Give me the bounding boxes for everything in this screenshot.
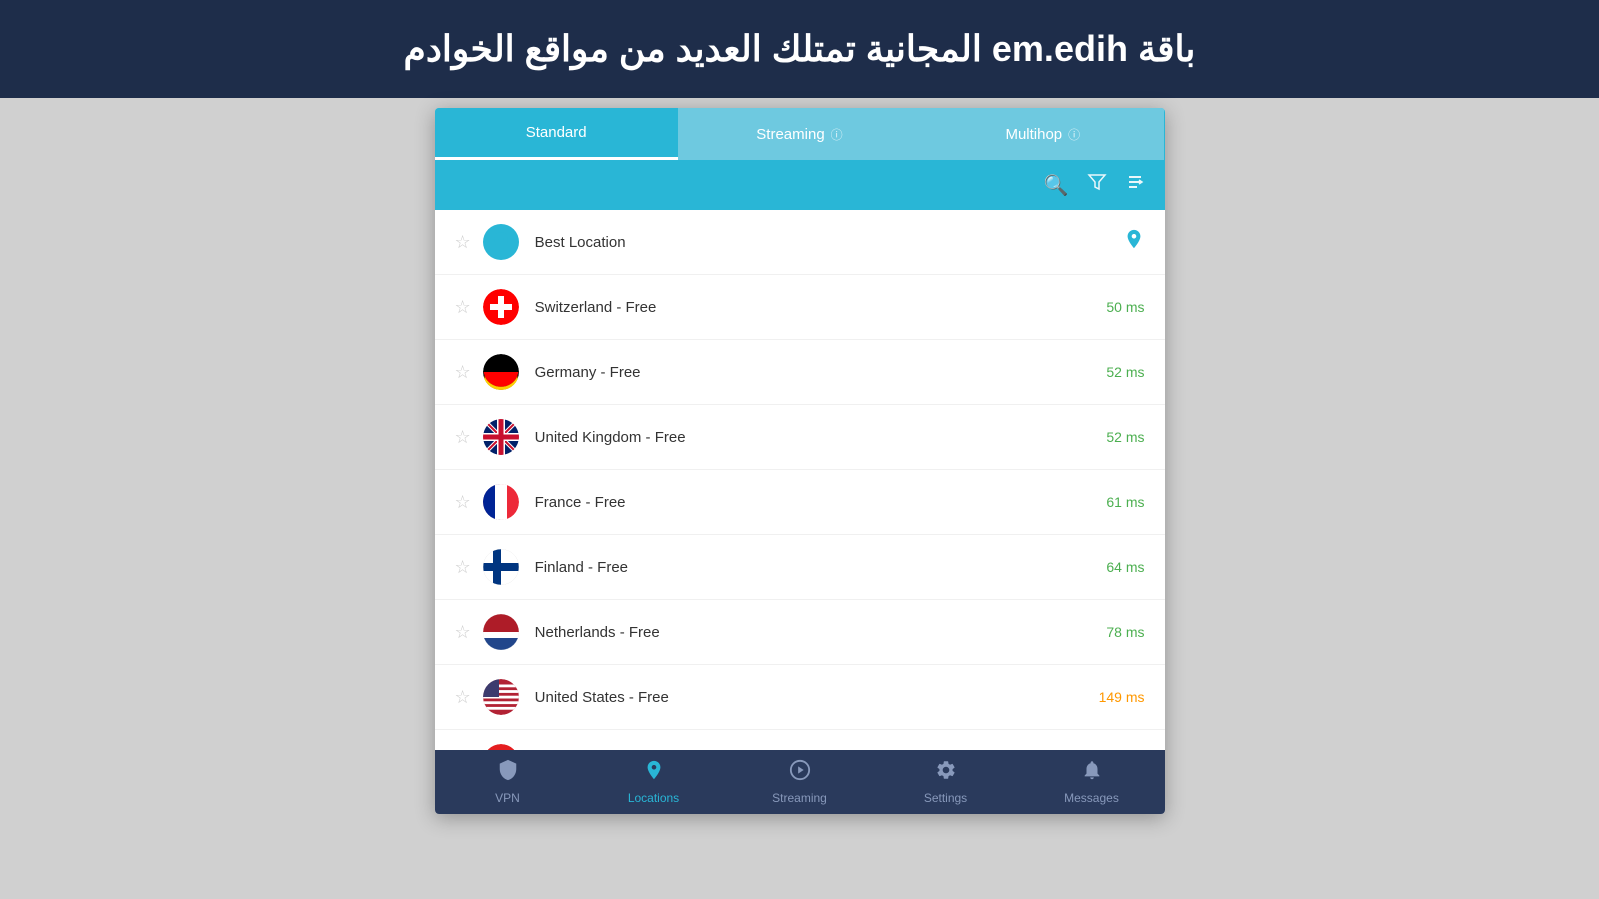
flag-de bbox=[483, 354, 519, 390]
tab-standard-label: Standard bbox=[526, 124, 587, 141]
toolbar: 🔍 bbox=[435, 160, 1165, 210]
location-list: ☆ Best Location ☆ bbox=[435, 210, 1165, 750]
list-item-gb[interactable]: ☆ United Kingdom - Free 52 ms bbox=[435, 405, 1165, 470]
nav-streaming[interactable]: Streaming bbox=[727, 750, 873, 814]
flag-ch bbox=[483, 289, 519, 325]
star-icon-fi[interactable]: ☆ bbox=[455, 557, 471, 578]
nav-settings-label: Settings bbox=[924, 791, 967, 805]
tab-streaming-info: ⓘ bbox=[831, 126, 843, 143]
star-icon-best[interactable]: ☆ bbox=[455, 232, 471, 253]
star-icon-fr[interactable]: ☆ bbox=[455, 492, 471, 513]
star-icon-us[interactable]: ☆ bbox=[455, 687, 471, 708]
search-icon[interactable]: 🔍 bbox=[1044, 173, 1069, 198]
location-pin-best bbox=[1123, 228, 1145, 256]
messages-icon bbox=[1081, 759, 1103, 787]
location-name-ch: Switzerland - Free bbox=[535, 299, 1107, 316]
sort-icon[interactable] bbox=[1125, 172, 1145, 198]
list-item-al[interactable]: ☆ 🦅 Albania ⇧ Upgrade your plan bbox=[435, 730, 1165, 750]
app-panel: Standard Streaming ⓘ Multihop ⓘ 🔍 bbox=[435, 108, 1165, 814]
list-item-ch[interactable]: ☆ Switzerland - Free 50 ms bbox=[435, 275, 1165, 340]
list-item-us[interactable]: ☆ United States - Free 149 ms bbox=[435, 665, 1165, 730]
latency-nl: 78 ms bbox=[1106, 624, 1144, 640]
tab-multihop-info: ⓘ bbox=[1068, 126, 1080, 143]
flag-best bbox=[483, 224, 519, 260]
latency-gb: 52 ms bbox=[1106, 429, 1144, 445]
flag-gb bbox=[483, 419, 519, 455]
nav-locations[interactable]: Locations bbox=[581, 750, 727, 814]
latency-fr: 61 ms bbox=[1106, 494, 1144, 510]
star-icon-gb[interactable]: ☆ bbox=[455, 427, 471, 448]
nav-streaming-label: Streaming bbox=[772, 791, 827, 805]
location-name-de: Germany - Free bbox=[535, 364, 1107, 381]
nav-settings[interactable]: Settings bbox=[873, 750, 1019, 814]
location-name-fi: Finland - Free bbox=[535, 559, 1107, 576]
flag-fi bbox=[483, 549, 519, 585]
tab-standard[interactable]: Standard bbox=[435, 108, 678, 160]
location-name-fr: France - Free bbox=[535, 494, 1107, 511]
flag-al: 🦅 bbox=[483, 744, 519, 750]
flag-fr bbox=[483, 484, 519, 520]
tab-streaming[interactable]: Streaming ⓘ bbox=[678, 108, 921, 160]
latency-de: 52 ms bbox=[1106, 364, 1144, 380]
location-name-nl: Netherlands - Free bbox=[535, 624, 1107, 641]
location-name-best: Best Location bbox=[535, 234, 1123, 251]
tabs-bar: Standard Streaming ⓘ Multihop ⓘ bbox=[435, 108, 1165, 160]
list-item-fi[interactable]: ☆ Finland - Free 64 ms bbox=[435, 535, 1165, 600]
locations-icon bbox=[643, 759, 665, 787]
list-item-nl[interactable]: ☆ bbox=[435, 600, 1165, 665]
banner-text: باقة hide.me المجانية تمتلك العديد من مو… bbox=[60, 28, 1539, 70]
nav-locations-label: Locations bbox=[628, 791, 679, 805]
star-icon-de[interactable]: ☆ bbox=[455, 362, 471, 383]
tab-multihop-label: Multihop bbox=[1005, 126, 1062, 143]
bottom-nav: VPN Locations Streaming bbox=[435, 750, 1165, 814]
star-icon-ch[interactable]: ☆ bbox=[455, 297, 471, 318]
nav-messages[interactable]: Messages bbox=[1019, 750, 1165, 814]
nav-messages-label: Messages bbox=[1064, 791, 1119, 805]
list-item-de[interactable]: ☆ Germany - Free 52 ms bbox=[435, 340, 1165, 405]
flag-us bbox=[483, 679, 519, 715]
list-item-best[interactable]: ☆ Best Location bbox=[435, 210, 1165, 275]
tab-streaming-label: Streaming bbox=[756, 126, 824, 143]
top-banner: باقة hide.me المجانية تمتلك العديد من مو… bbox=[0, 0, 1599, 98]
latency-fi: 64 ms bbox=[1106, 559, 1144, 575]
location-name-us: United States - Free bbox=[535, 689, 1099, 706]
filter-icon[interactable] bbox=[1087, 172, 1107, 198]
settings-icon bbox=[935, 759, 957, 787]
tab-multihop[interactable]: Multihop ⓘ bbox=[921, 108, 1164, 160]
nav-vpn-label: VPN bbox=[495, 791, 520, 805]
latency-ch: 50 ms bbox=[1106, 299, 1144, 315]
location-name-gb: United Kingdom - Free bbox=[535, 429, 1107, 446]
list-item-fr[interactable]: ☆ France - Free 61 ms bbox=[435, 470, 1165, 535]
flag-nl bbox=[483, 614, 519, 650]
nav-vpn[interactable]: VPN bbox=[435, 750, 581, 814]
screen: باقة hide.me المجانية تمتلك العديد من مو… bbox=[0, 0, 1599, 899]
vpn-icon bbox=[497, 759, 519, 787]
latency-us: 149 ms bbox=[1099, 689, 1145, 705]
streaming-icon bbox=[789, 759, 811, 787]
star-icon-nl[interactable]: ☆ bbox=[455, 622, 471, 643]
